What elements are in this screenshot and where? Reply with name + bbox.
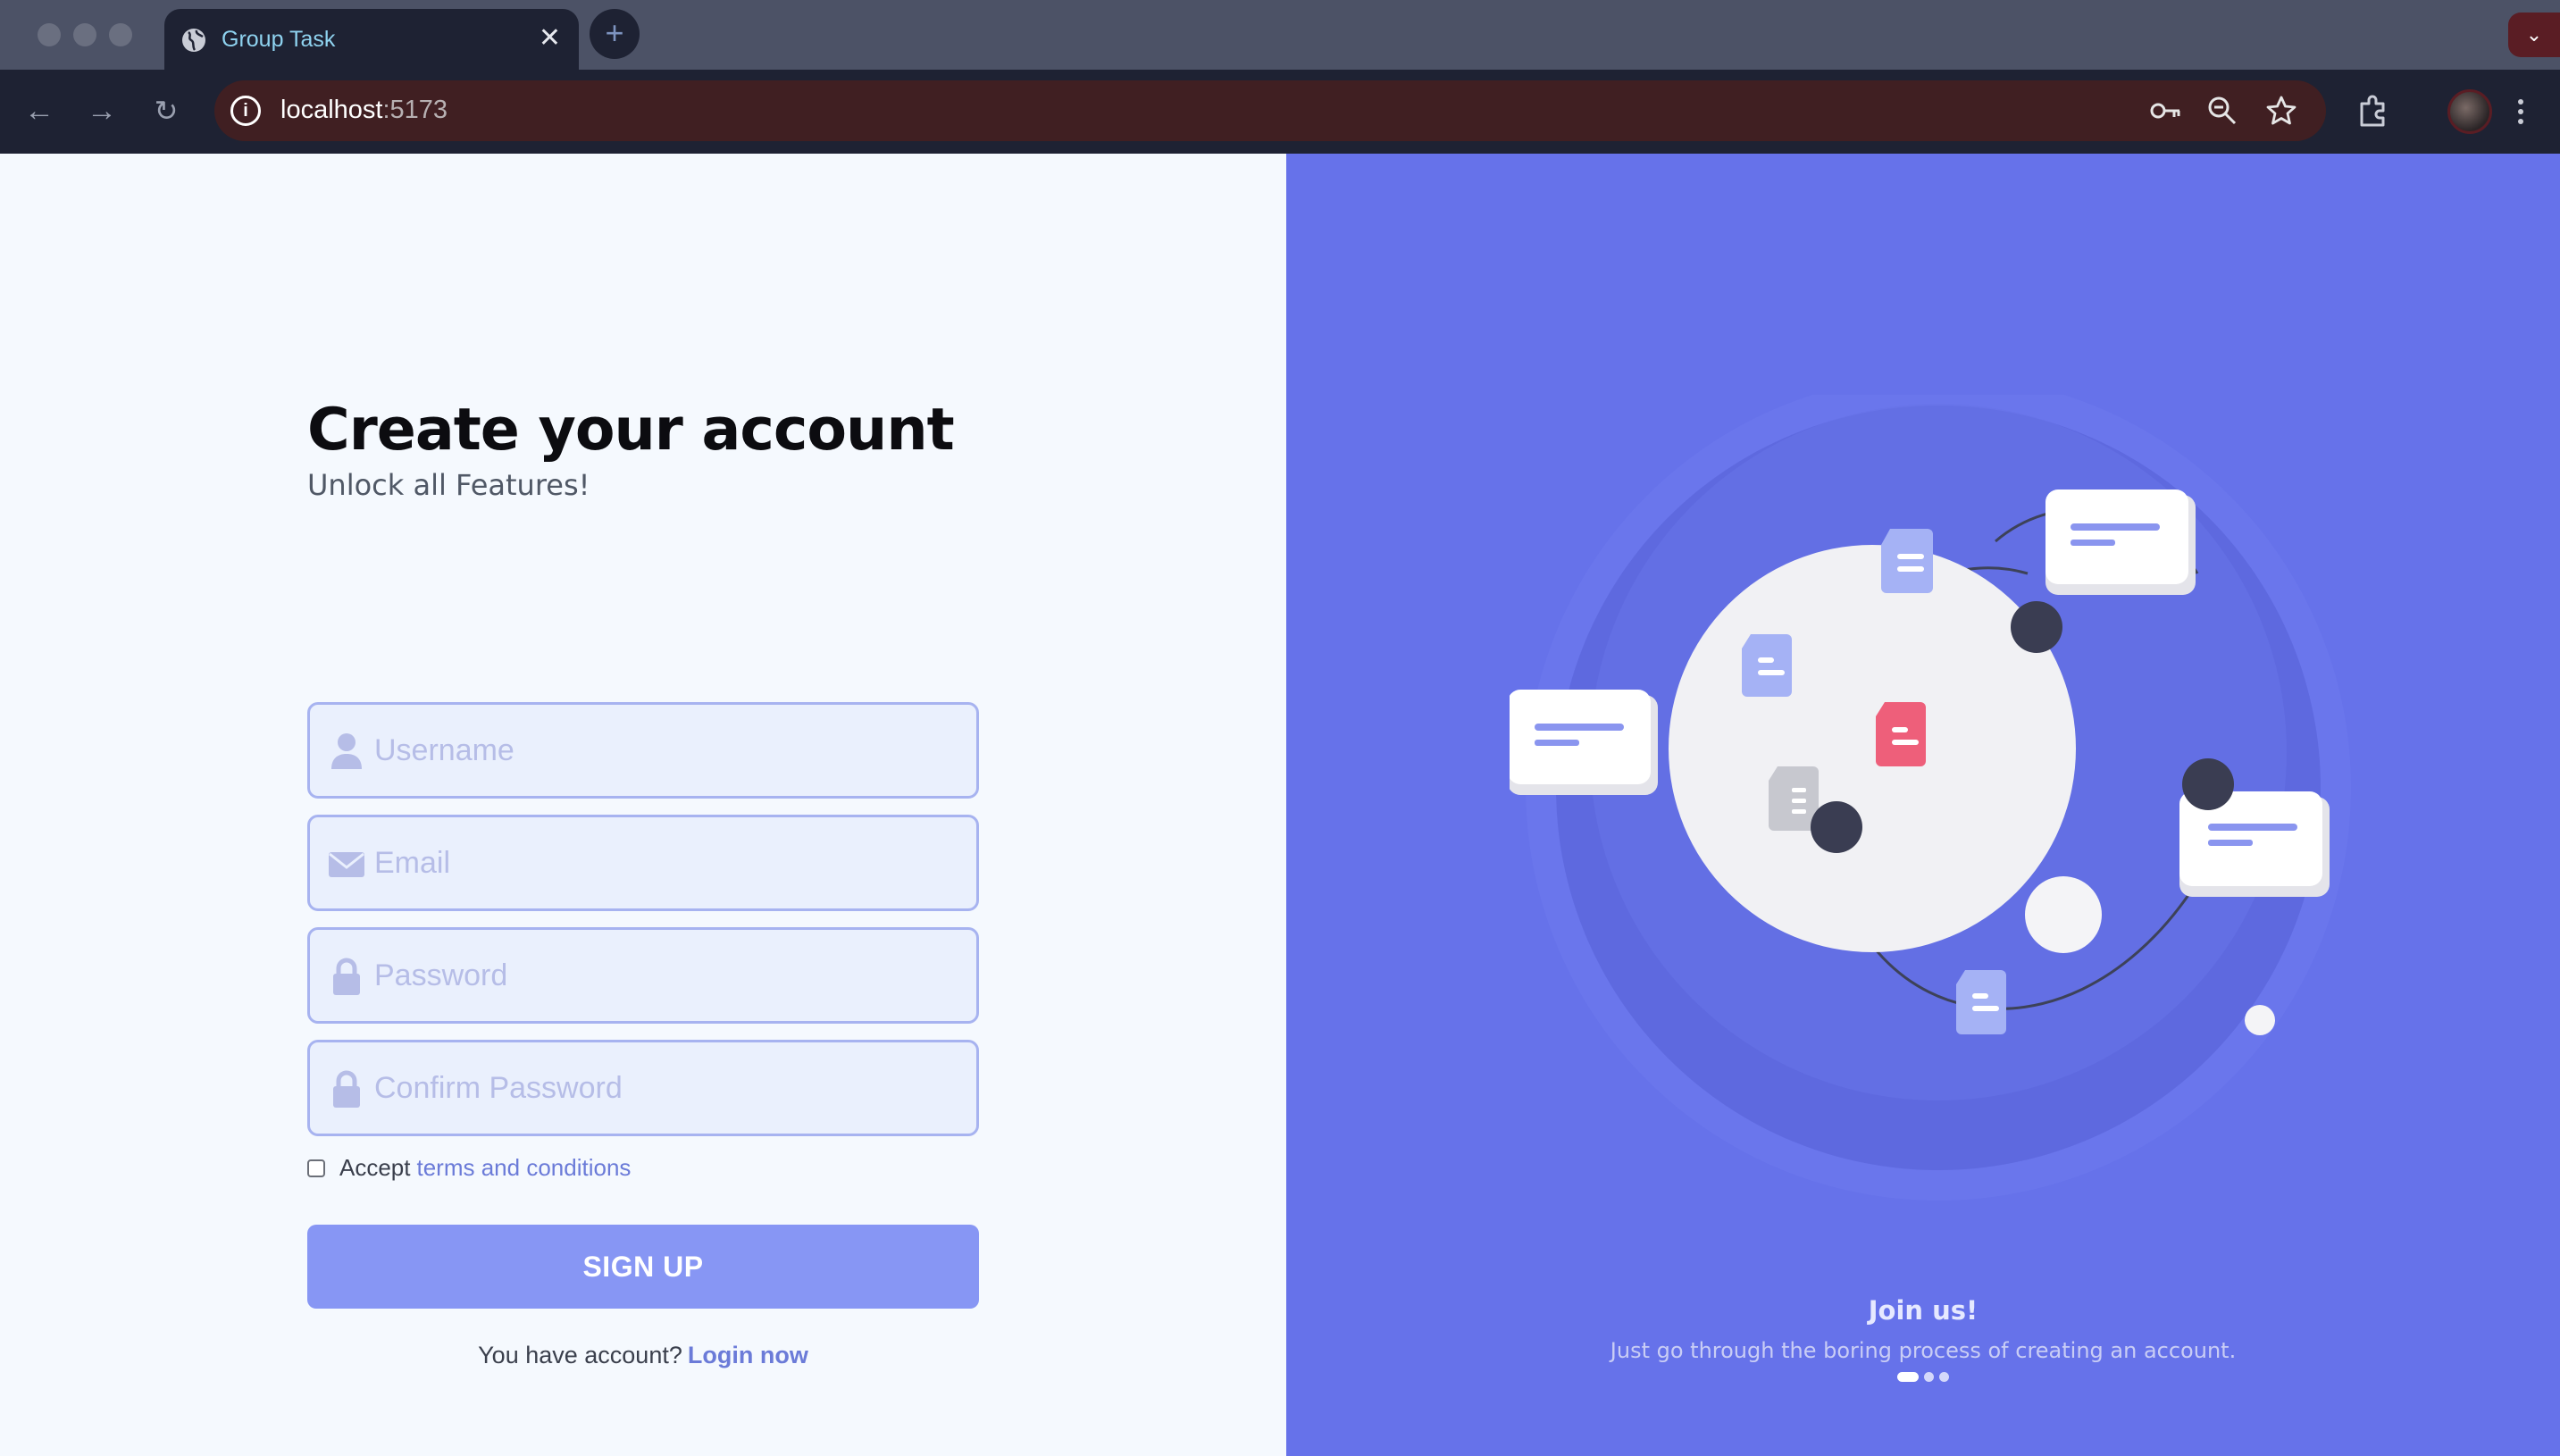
terms-prefix: Accept	[339, 1154, 411, 1181]
planet	[1669, 545, 2076, 952]
window-minimize-dot[interactable]	[73, 23, 96, 46]
signup-button[interactable]: SIGN UP	[307, 1225, 979, 1309]
user-icon	[331, 733, 362, 769]
menu-icon[interactable]	[2512, 91, 2530, 132]
terms-link[interactable]: terms and conditions	[417, 1154, 632, 1182]
document-icon-blue-left	[1742, 634, 1792, 697]
signup-pane: Create your account Unlock all Features!	[0, 154, 1286, 1456]
terms-row: Accept terms and conditions	[307, 1154, 631, 1182]
carousel-dot[interactable]	[1897, 1372, 1919, 1382]
promo-heading: Join us!	[1868, 1295, 1979, 1326]
login-prompt: You have account? Login now	[307, 1342, 979, 1369]
illustration	[1510, 395, 2351, 1201]
reload-icon[interactable]: ↻	[146, 91, 186, 130]
document-icon-blue-top	[1881, 529, 1933, 593]
message-card-left	[1510, 690, 1658, 795]
email-field[interactable]	[307, 815, 979, 911]
promo-text: Just go through the boring process of cr…	[1610, 1338, 2237, 1363]
address-bar[interactable]: i localhost:5173	[214, 80, 2326, 141]
page-title: Create your account	[307, 397, 955, 464]
terms-checkbox[interactable]	[307, 1159, 325, 1177]
key-icon[interactable]	[2147, 93, 2183, 129]
tab-strip: Group Task ✕ + ⌄	[0, 0, 2560, 70]
url-text[interactable]: localhost:5173	[280, 96, 448, 125]
star-icon[interactable]	[2263, 93, 2299, 129]
chevron-down-icon[interactable]: ⌄	[2508, 13, 2560, 57]
window-zoom-dot[interactable]	[109, 23, 132, 46]
forward-icon[interactable]: →	[82, 91, 121, 130]
window-close-dot[interactable]	[38, 23, 61, 46]
browser-tab[interactable]: Group Task ✕	[164, 9, 579, 70]
confirm-password-input[interactable]	[374, 1042, 964, 1134]
login-link[interactable]: Login now	[688, 1342, 808, 1368]
username-input[interactable]	[374, 705, 964, 796]
lock-icon	[333, 1070, 360, 1108]
node	[2011, 601, 2062, 653]
new-tab-button[interactable]: +	[590, 9, 640, 59]
lock-icon	[333, 958, 360, 995]
document-icon-red	[1876, 702, 1926, 766]
signup-form: Create your account Unlock all Features!	[307, 395, 979, 1368]
document-icon-blue-bottom	[1956, 970, 2006, 1034]
bubble	[2025, 876, 2102, 953]
password-input[interactable]	[374, 930, 964, 1021]
carousel-dots	[1286, 1372, 2560, 1382]
bubble	[2245, 1005, 2275, 1035]
document-icon-gray	[1769, 766, 1819, 831]
carousel-dot[interactable]	[1924, 1372, 1934, 1382]
node	[1811, 801, 1862, 853]
avatar[interactable]	[2447, 89, 2492, 134]
carousel-dot[interactable]	[1939, 1372, 1949, 1382]
node	[2182, 758, 2234, 810]
promo-caption: Join us! Just go through the boring proc…	[1286, 1295, 2560, 1363]
info-icon[interactable]: i	[230, 96, 261, 126]
confirm-password-field[interactable]	[307, 1040, 979, 1136]
promo-pane: Join us! Just go through the boring proc…	[1286, 154, 2560, 1456]
zoom-icon[interactable]	[2204, 93, 2240, 129]
email-input[interactable]	[374, 817, 964, 908]
extensions-icon[interactable]	[2353, 91, 2394, 132]
browser-toolbar: ← → ↻ i localhost:5173	[0, 70, 2560, 154]
tab-title: Group Task	[222, 27, 336, 52]
tab-close-icon[interactable]: ✕	[539, 23, 561, 54]
back-icon[interactable]: ←	[20, 91, 59, 130]
password-field[interactable]	[307, 927, 979, 1024]
login-prefix: You have account?	[478, 1342, 682, 1368]
page-subtitle: Unlock all Features!	[307, 468, 590, 502]
username-field[interactable]	[307, 702, 979, 799]
envelope-icon	[329, 852, 364, 877]
globe-icon	[182, 29, 205, 52]
message-card-topright	[2045, 490, 2196, 595]
